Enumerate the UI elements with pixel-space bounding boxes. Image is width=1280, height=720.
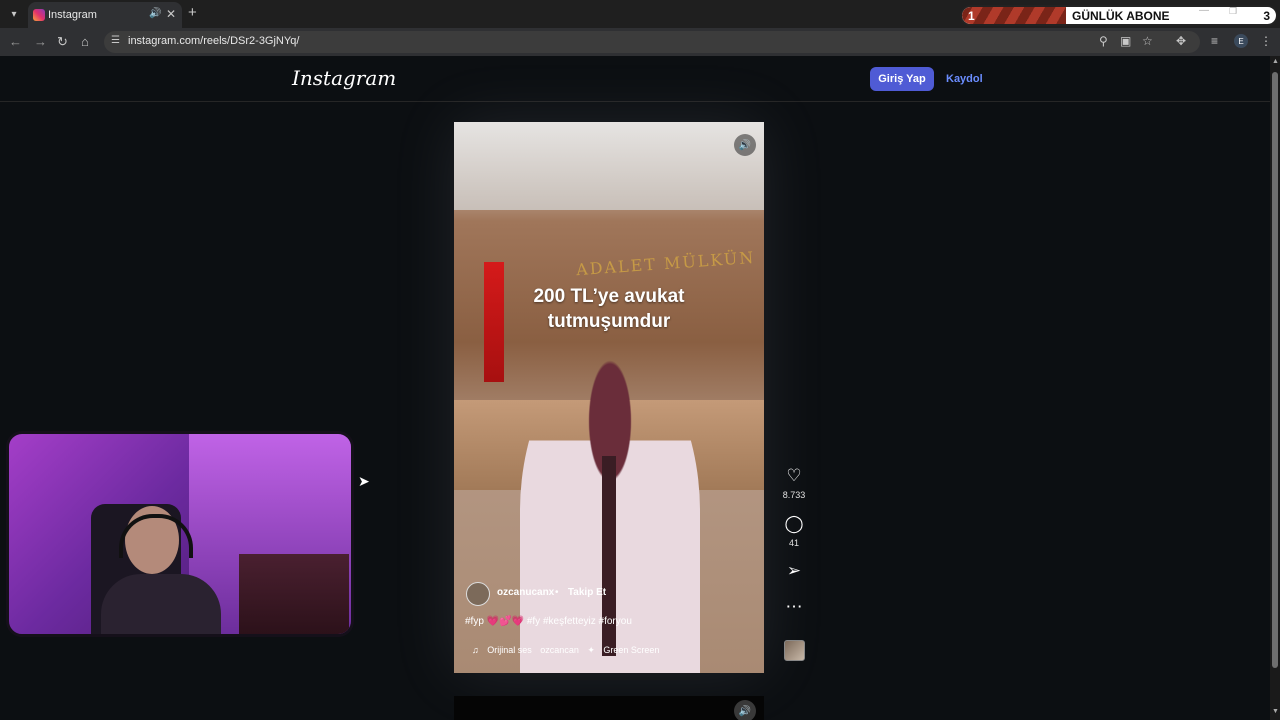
close-icon[interactable]: ✕ [166, 7, 176, 21]
subscriber-goal: 3 [1263, 9, 1270, 23]
audio-author[interactable]: ozcancan [540, 645, 579, 655]
subscriber-progress-fill [962, 7, 1066, 24]
login-button[interactable]: Giriş Yap [870, 67, 934, 91]
heart-icon[interactable]: ♡ [784, 466, 804, 486]
tab-instagram[interactable]: Instagram 🔊 ✕ [28, 2, 182, 28]
forward-icon[interactable]: → [34, 34, 47, 49]
heart-emojis: 💗💕💗 [486, 616, 525, 627]
effect-label[interactable]: Green Screen [603, 645, 659, 655]
next-reel[interactable]: 🔊 [454, 696, 764, 720]
restore-icon[interactable]: ❐ [1229, 6, 1237, 17]
comment-count: 41 [788, 538, 799, 548]
follow-button[interactable]: Takip Et [563, 582, 611, 602]
media-icon[interactable]: ≡ [1211, 34, 1218, 48]
hashtag-fyp[interactable]: #fyp [465, 616, 484, 627]
video-ceiling [454, 122, 764, 210]
hashtag-list[interactable]: #fy #keşfetteyiz #foryou [527, 616, 632, 627]
url-text: instagram.com/reels/DSr2-3GjNYq/ [128, 35, 300, 47]
reel-hashtags: #fyp 💗💕💗 #fy #keşfetteyiz #foryou [465, 616, 632, 627]
scroll-down-icon[interactable]: ▼ [1272, 708, 1279, 715]
instagram-header: Instagram Giriş Yap Kaydol [0, 56, 1270, 102]
home-icon[interactable]: ⌂ [81, 34, 89, 49]
browser-tab-bar: ▾ Instagram 🔊 ✕ + 1 GÜNLÜK ABONE 3 — ❐ [0, 0, 1280, 28]
like-count: 8.733 [782, 490, 806, 500]
install-icon[interactable]: ▣ [1120, 34, 1131, 48]
webcam-person-body [101, 574, 221, 634]
star-icon[interactable]: ☆ [1142, 34, 1153, 48]
extensions-icon[interactable]: ✥ [1176, 34, 1186, 48]
author-separator: • [555, 587, 559, 598]
subscriber-current: 1 [968, 9, 975, 23]
author-avatar[interactable] [466, 582, 490, 606]
subscriber-label: GÜNLÜK ABONE [1072, 9, 1170, 23]
author-name[interactable]: ozcanucanx [497, 587, 554, 598]
zoom-icon[interactable]: ⚲ [1099, 34, 1108, 48]
minimize-icon[interactable]: — [1199, 5, 1209, 16]
tab-list-icon[interactable]: ▾ [4, 4, 24, 24]
volume-icon[interactable]: 🔊 [734, 134, 756, 156]
browser-address-bar: ← → ↻ ⌂ ☰ instagram.com/reels/DSr2-3GjNY… [0, 28, 1280, 56]
audio-icon[interactable]: 🔊 [149, 8, 161, 19]
webcam-shelf [239, 554, 349, 634]
site-info-icon[interactable]: ☰ [111, 35, 120, 46]
effect-icon: ✦ [587, 645, 595, 655]
mouse-cursor-icon: ➤ [358, 473, 370, 489]
url-field[interactable]: ☰ instagram.com/reels/DSr2-3GjNYq/ [104, 31, 1200, 53]
volume-icon-next[interactable]: 🔊 [734, 700, 756, 720]
reload-icon[interactable]: ↻ [57, 34, 68, 50]
instagram-logo[interactable]: Instagram [292, 66, 396, 90]
plus-icon[interactable]: + [188, 4, 197, 21]
scroll-up-icon[interactable]: ▲ [1272, 58, 1279, 65]
comment-icon[interactable]: ◯ [784, 514, 804, 534]
instagram-favicon-icon [33, 9, 45, 21]
more-options-icon[interactable]: ⋯ [784, 597, 804, 617]
signup-link[interactable]: Kaydol [946, 73, 983, 85]
video-wall-lettering: ADALET MÜLKÜN [575, 247, 756, 280]
caption-line-1: 200 TL’ye avukat [533, 286, 685, 307]
tab-title: Instagram [48, 9, 97, 21]
audio-thumbnail[interactable] [784, 640, 805, 661]
reel-overlay-caption: 200 TL’ye avukat tutmuşumdur [454, 284, 764, 334]
profile-avatar[interactable]: E [1234, 34, 1248, 48]
scrollbar-thumb[interactable] [1272, 72, 1278, 668]
reel-actions: ♡ 8.733 ◯ 41 ➢ ⋯ [778, 56, 810, 720]
caption-line-2: tutmuşumdur [547, 311, 671, 332]
reel-video[interactable]: ADALET MÜLKÜN 200 TL’ye avukat tutmuşumd… [454, 122, 764, 673]
page-scrollbar[interactable] [1270, 56, 1280, 720]
audio-label[interactable]: Orijinal ses [487, 645, 532, 655]
back-icon[interactable]: ← [9, 34, 22, 49]
music-note-icon: ♫ [472, 645, 479, 655]
webcam-overlay [6, 431, 354, 637]
kebab-menu-icon[interactable]: ⋮ [1260, 34, 1272, 48]
share-icon[interactable]: ➢ [784, 561, 804, 581]
audio-row: ♫ Orijinal ses ozcancan ✦ Green Screen [472, 645, 665, 656]
